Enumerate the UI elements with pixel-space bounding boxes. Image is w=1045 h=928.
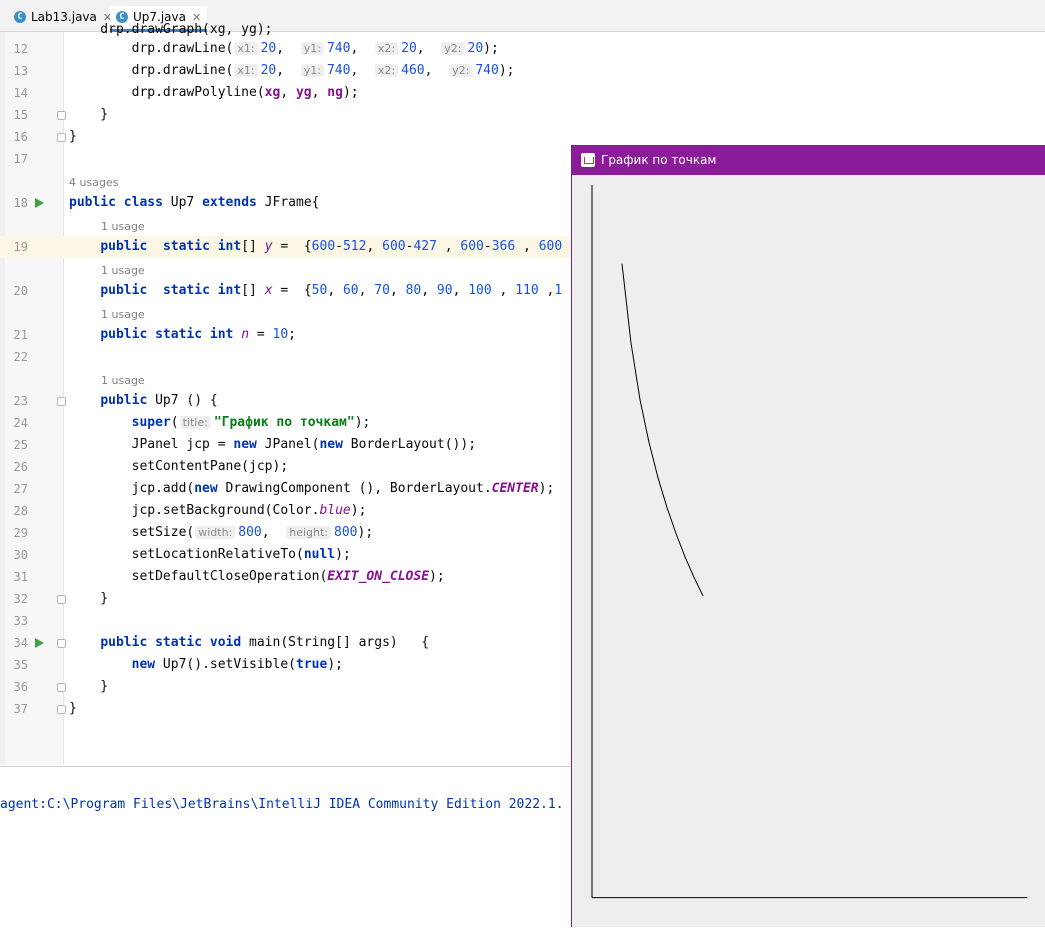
- line-number: 13: [10, 60, 28, 82]
- code-line-24: super(title:"График по точкам");: [69, 412, 370, 434]
- line-number: 12: [10, 38, 28, 60]
- line-number: 17: [10, 148, 28, 170]
- line-number: 26: [10, 456, 28, 478]
- console-output: agent:C:\Program Files\JetBrains\Intelli…: [0, 797, 564, 812]
- code-line-14: drp.drawPolyline(xg, yg, ng);: [69, 82, 359, 104]
- code-line-28: jcp.setBackground(Color.blue);: [69, 500, 366, 522]
- fold-icon[interactable]: [57, 639, 66, 648]
- code-line-34: public static void main(String[] args) {: [69, 632, 429, 654]
- line-number: 25: [10, 434, 28, 456]
- code-line-19: public static int[] y = {600-512, 600-42…: [69, 236, 562, 258]
- code-line-26: setContentPane(jcp);: [69, 456, 288, 478]
- line-number: 31: [10, 566, 28, 588]
- line-number: 20: [10, 280, 28, 302]
- graph-polyline: [622, 264, 703, 596]
- run-icon[interactable]: [35, 198, 44, 208]
- java-app-icon: [581, 153, 595, 167]
- line-number: 28: [10, 500, 28, 522]
- fold-icon[interactable]: [57, 397, 66, 406]
- code-line-12: drp.drawLine(x1:20, y1:740, x2:20, y2:20…: [69, 38, 499, 60]
- line-number: 15: [10, 104, 28, 126]
- usages-hint[interactable]: 1 usage: [101, 260, 145, 282]
- line-number: 37: [10, 698, 28, 720]
- line-number: 27: [10, 478, 28, 500]
- line-number: 23: [10, 390, 28, 412]
- code-line-16: }: [69, 126, 77, 148]
- line-number: 22: [10, 346, 28, 368]
- code-line-20: public static int[] x = {50, 60, 70, 80,…: [69, 280, 562, 302]
- line-number: 14: [10, 82, 28, 104]
- java-frame-window[interactable]: График по точкам: [571, 145, 1045, 927]
- line-number: 34: [10, 632, 28, 654]
- usages-hint[interactable]: 1 usage: [101, 304, 145, 326]
- line-number: 18: [10, 192, 28, 214]
- window-title-bar[interactable]: График по точкам: [572, 145, 1045, 175]
- code-line-30: setLocationRelativeTo(null);: [69, 544, 351, 566]
- code-line-31: setDefaultCloseOperation(EXIT_ON_CLOSE);: [69, 566, 445, 588]
- fold-icon[interactable]: [57, 133, 66, 142]
- java-class-icon: C: [14, 11, 26, 23]
- usages-hint[interactable]: 1 usage: [101, 370, 145, 392]
- usages-hint[interactable]: 1 usage: [101, 216, 145, 238]
- code-line-23: public Up7 () {: [69, 390, 218, 412]
- drawing-canvas: [572, 175, 1044, 927]
- line-number: 19: [10, 236, 28, 258]
- line-number: 36: [10, 676, 28, 698]
- code-line-37: }: [69, 698, 77, 720]
- code-line-27: jcp.add(new DrawingComponent (), BorderL…: [69, 478, 554, 500]
- run-icon[interactable]: [35, 638, 44, 648]
- line-number: 35: [10, 654, 28, 676]
- fold-icon[interactable]: [57, 111, 66, 120]
- line-number: 29: [10, 522, 28, 544]
- fold-icon[interactable]: [57, 683, 66, 692]
- code-line-21: public static int n = 10;: [69, 324, 296, 346]
- line-number: 32: [10, 588, 28, 610]
- code-line-32: }: [69, 588, 108, 610]
- line-number: 24: [10, 412, 28, 434]
- code-line-13: drp.drawLine(x1:20, y1:740, x2:460, y2:7…: [69, 60, 514, 82]
- line-number: 33: [10, 610, 28, 632]
- line-number: 30: [10, 544, 28, 566]
- window-title: График по точкам: [601, 153, 717, 167]
- line-number: 16: [10, 126, 28, 148]
- code-line-18: public class Up7 extends JFrame{: [69, 192, 319, 214]
- fold-icon[interactable]: [57, 705, 66, 714]
- code-line-15: }: [69, 104, 108, 126]
- fold-icon[interactable]: [57, 595, 66, 604]
- usages-hint[interactable]: 4 usages: [69, 172, 118, 194]
- code-line-29: setSize(width:800, height:800);: [69, 522, 373, 544]
- code-line-36: }: [69, 676, 108, 698]
- code-line-35: new Up7().setVisible(true);: [69, 654, 343, 676]
- line-number: 21: [10, 324, 28, 346]
- code-line-25: JPanel jcp = new JPanel(new BorderLayout…: [69, 434, 476, 456]
